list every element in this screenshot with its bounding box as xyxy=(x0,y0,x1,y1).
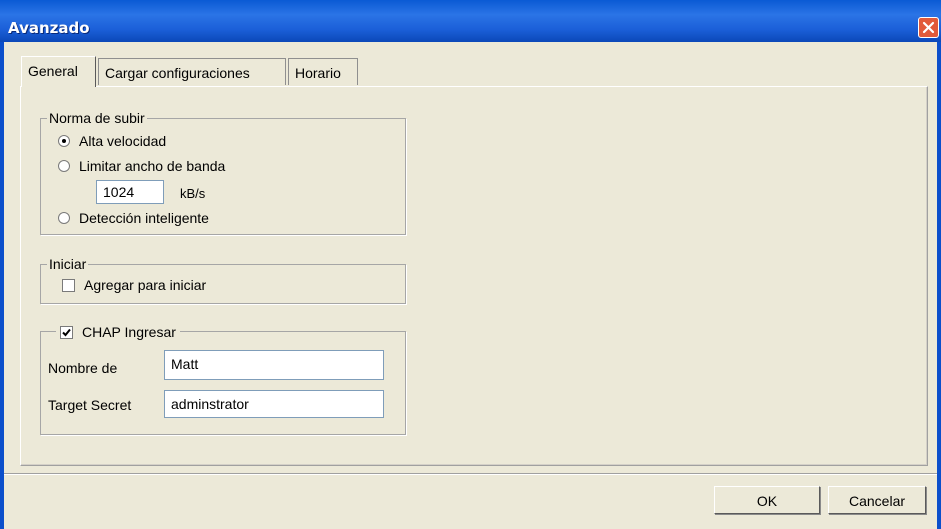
title-bar: Avanzado xyxy=(0,0,941,42)
bottom-separator-highlight xyxy=(4,474,937,475)
radio-high-speed-label: Alta velocidad xyxy=(79,133,167,149)
add-to-startup-checkbox[interactable]: Agregar para iniciar xyxy=(62,277,206,293)
chap-checkbox[interactable]: CHAP Ingresar xyxy=(56,324,180,340)
radio-button[interactable] xyxy=(58,135,70,147)
radio-button[interactable] xyxy=(58,212,70,224)
radio-smart-detection-label: Detección inteligente xyxy=(79,210,209,226)
checkbox-box[interactable] xyxy=(62,278,75,292)
tab-general[interactable]: General xyxy=(21,56,96,87)
add-to-startup-label: Agregar para iniciar xyxy=(84,277,207,293)
window-frame-right xyxy=(937,42,941,529)
name-input[interactable] xyxy=(164,350,384,380)
secret-input[interactable] xyxy=(164,390,384,418)
upload-policy-legend: Norma de subir xyxy=(47,110,147,126)
bandwidth-unit: kB/s xyxy=(180,186,206,201)
tab-load-settings[interactable]: Cargar configuraciones xyxy=(98,58,286,85)
startup-legend: Iniciar xyxy=(47,256,89,272)
tab-general-label: General xyxy=(28,63,78,79)
window-title: Avanzado xyxy=(8,19,90,37)
radio-button[interactable] xyxy=(58,160,70,172)
close-icon xyxy=(922,21,935,34)
window-frame-left xyxy=(0,42,4,529)
cancel-button[interactable]: Cancelar xyxy=(828,486,926,514)
radio-smart-detection[interactable]: Detección inteligente xyxy=(58,210,209,226)
radio-limit-bandwidth-label: Limitar ancho de banda xyxy=(79,158,226,174)
radio-limit-bandwidth[interactable]: Limitar ancho de banda xyxy=(58,158,225,174)
chap-label: CHAP Ingresar xyxy=(82,324,176,340)
chap-group xyxy=(40,331,406,435)
bandwidth-input[interactable] xyxy=(96,180,164,204)
name-label: Nombre de xyxy=(48,360,118,376)
tab-load-settings-label: Cargar configuraciones xyxy=(105,65,250,81)
radio-high-speed[interactable]: Alta velocidad xyxy=(58,133,166,149)
checkmark-icon xyxy=(62,328,71,336)
secret-label: Target Secret xyxy=(48,397,132,413)
tab-schedule[interactable]: Horario xyxy=(288,58,358,85)
advanced-dialog: Avanzado General Cargar configuraciones … xyxy=(0,0,941,529)
close-button[interactable] xyxy=(918,17,939,38)
ok-button[interactable]: OK xyxy=(714,486,820,514)
tab-schedule-label: Horario xyxy=(295,65,341,81)
checkbox-box[interactable] xyxy=(60,325,73,339)
